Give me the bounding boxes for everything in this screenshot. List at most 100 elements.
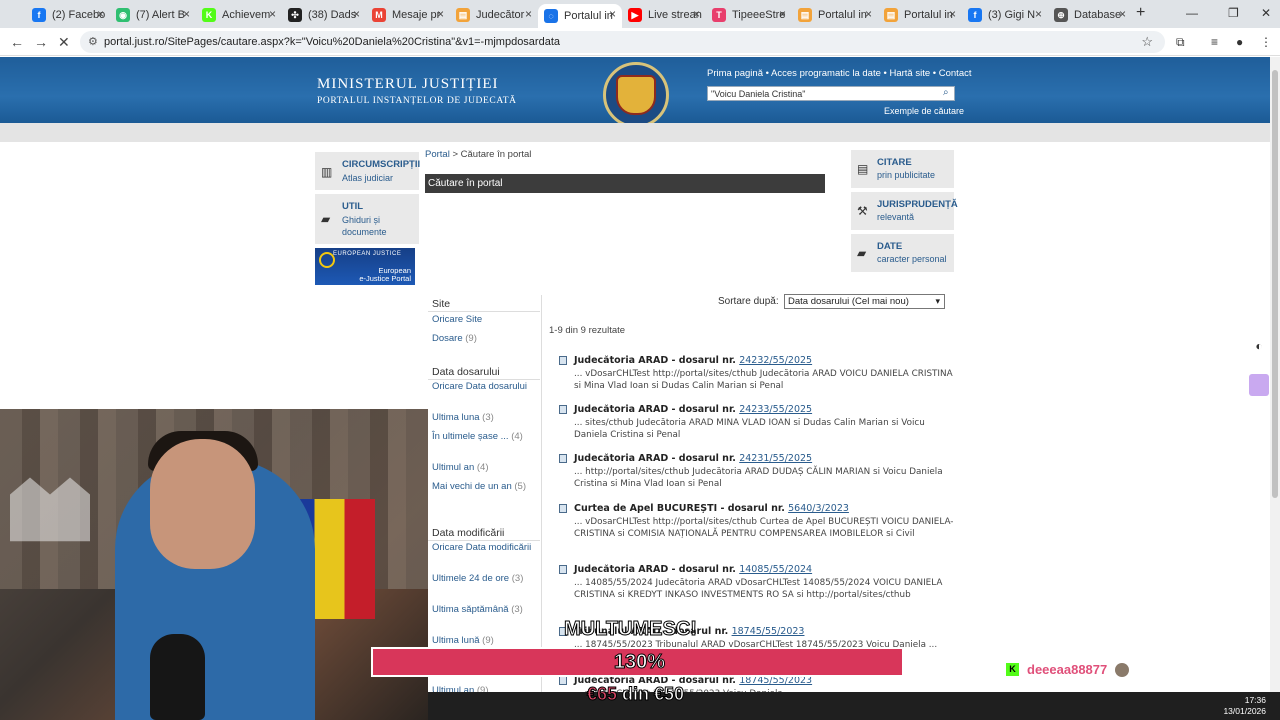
refine-header-site: Site: [432, 298, 450, 310]
browser-tab[interactable]: ⊕ Database ×: [1048, 4, 1132, 26]
browser-tab[interactable]: f (3) Gigi N ×: [962, 4, 1048, 26]
tab-label: Judecător: [476, 9, 525, 21]
case-number-link[interactable]: 14085/55/2024: [739, 564, 812, 575]
result-court: Curtea de Apel BUCUREȘTI - dosarul nr.: [574, 503, 789, 514]
refine-item[interactable]: Ultima săptămână (3): [432, 604, 538, 616]
new-tab-button[interactable]: +: [1136, 4, 1145, 22]
breadcrumb-portal-link[interactable]: Portal: [425, 149, 450, 160]
case-number-link[interactable]: 24231/55/2025: [739, 453, 812, 464]
donation-goal-bar: 130%: [371, 647, 904, 677]
refine-item[interactable]: În ultimele șase ... (4): [432, 431, 538, 443]
citare-box[interactable]: ▤ CITARE prin publicitate: [851, 150, 954, 188]
media-icon[interactable]: ≡: [1211, 35, 1218, 49]
refine-item-label: Dosare: [432, 333, 463, 344]
browser-tab[interactable]: ◉ (7) Alert B ×: [110, 4, 196, 26]
scrollbar-thumb[interactable]: [1272, 70, 1278, 498]
result-title: Judecătoria ARAD - dosarul nr. 24232/55/…: [574, 355, 812, 366]
tab-close-icon[interactable]: ×: [437, 7, 444, 21]
browser-tab[interactable]: ▤ Portalul in ×: [878, 4, 962, 26]
browser-tab[interactable]: ▶ Live strean ×: [622, 4, 706, 26]
document-icon: [559, 454, 567, 463]
tab-close-icon[interactable]: ×: [97, 7, 104, 21]
address-bar[interactable]: ⚙ portal.just.ro/SitePages/cautare.aspx?…: [80, 31, 1165, 53]
jurisprudenta-box[interactable]: ⚒ JURISPRUDENȚĂ relevantă: [851, 192, 958, 230]
tab-favicon-icon: ⊕: [1054, 8, 1068, 22]
search-examples-link[interactable]: Exemple de căutare: [884, 106, 964, 116]
minimize-icon[interactable]: —: [1186, 6, 1198, 20]
refine-item-label: Ultimul an: [432, 462, 475, 473]
browser-tab[interactable]: ✣ (38) Dads ×: [282, 4, 366, 26]
book-icon: ▥: [321, 165, 333, 179]
refine-item[interactable]: Ultimul an (4): [432, 462, 538, 474]
breadcrumb: Portal > Căutare în portal: [425, 149, 531, 160]
header-links[interactable]: Prima pagină • Acces programatic la date…: [707, 68, 972, 79]
refine-count: (3): [511, 573, 524, 584]
extensions-icon[interactable]: ⧉: [1176, 35, 1185, 50]
refine-item[interactable]: Oricare Data dosarului: [432, 381, 538, 393]
image-extension-icon[interactable]: [1249, 374, 1269, 396]
stop-icon[interactable]: ✕: [58, 34, 70, 51]
tab-close-icon[interactable]: ×: [183, 7, 190, 21]
tab-close-icon[interactable]: ×: [525, 7, 532, 21]
tab-label: Portalul in: [818, 9, 867, 21]
ministry-title[interactable]: MINISTERUL JUSTIȚIEI: [317, 76, 499, 93]
refine-item[interactable]: Ultimele 24 de ore (3): [432, 573, 538, 585]
result-snippet: ... sites/cthub Judecătoria ARAD MINA VL…: [574, 418, 925, 440]
browser-tab[interactable]: T TipeeeStre ×: [706, 4, 792, 26]
folder-icon: ▰: [857, 246, 867, 260]
tab-close-icon[interactable]: ×: [353, 7, 360, 21]
profile-icon[interactable]: ●: [1236, 35, 1243, 49]
refine-item-label: Ultima săptămână: [432, 604, 509, 615]
date-personale-box[interactable]: ▰ DATE caracter personal: [851, 234, 954, 272]
browser-tab[interactable]: ◌ Portalul in ×: [538, 4, 622, 28]
browser-tab[interactable]: f (2) Facebo ×: [26, 4, 110, 26]
case-number-link[interactable]: 24232/55/2025: [739, 355, 812, 366]
refine-item[interactable]: Mai vechi de un an (5): [432, 481, 538, 493]
case-number-link[interactable]: 5640/3/2023: [788, 503, 849, 514]
case-number-link[interactable]: 24233/55/2025: [739, 404, 812, 415]
contrast-toggle-icon[interactable]: ◐: [1249, 336, 1269, 356]
util-box[interactable]: ▰ UTIL Ghiduri și documente: [315, 194, 419, 244]
refine-count: (9): [482, 635, 494, 646]
tab-close-icon[interactable]: ×: [949, 7, 956, 21]
browser-tab[interactable]: ▤ Portalul in ×: [792, 4, 878, 26]
menu-icon[interactable]: ⋮: [1260, 35, 1272, 49]
refine-item[interactable]: Oricare Data modificării: [432, 542, 538, 554]
circumscriptii-box[interactable]: ▥ CIRCUMSCRIPȚII Atlas judiciar: [315, 152, 420, 190]
close-window-icon[interactable]: ✕: [1261, 6, 1271, 20]
browser-tab[interactable]: K Achievem ×: [196, 4, 282, 26]
goal-current: €65: [586, 684, 618, 705]
european-ejustice-banner[interactable]: EUROPEAN JUSTICE European e-Justice Porta…: [315, 248, 415, 285]
tab-close-icon[interactable]: ×: [693, 7, 700, 21]
tab-close-icon[interactable]: ×: [269, 7, 276, 21]
tab-label: Database: [1074, 9, 1122, 21]
tab-close-icon[interactable]: ×: [865, 7, 872, 21]
site-info-icon[interactable]: ⚙: [88, 35, 98, 48]
refine-item[interactable]: Ultima lună (9): [432, 635, 538, 647]
sort-select[interactable]: Data dosarului (Cel mai nou) ▾: [784, 294, 945, 309]
tab-label: (3) Gigi N: [988, 9, 1036, 21]
goal-amount: €65 din €50: [586, 684, 684, 705]
tab-close-icon[interactable]: ×: [609, 7, 616, 21]
tab-close-icon[interactable]: ×: [1035, 7, 1042, 21]
tab-close-icon[interactable]: ×: [779, 7, 786, 21]
case-number-link[interactable]: 18745/55/2023: [732, 626, 805, 637]
goal-percent: 130%: [613, 651, 666, 674]
back-icon[interactable]: ←: [10, 34, 24, 50]
search-icon[interactable]: ⌕: [943, 87, 949, 98]
browser-tab[interactable]: M Mesaje pr ×: [366, 4, 450, 26]
browser-toolbar: ← → ✕ ⚙ portal.just.ro/SitePages/cautare…: [0, 28, 1280, 56]
forward-icon[interactable]: →: [34, 34, 48, 50]
refine-item[interactable]: Dosare (9): [432, 333, 538, 345]
bookmark-star-icon[interactable]: ☆: [1141, 34, 1153, 50]
refine-item[interactable]: Ultima luna (3): [432, 412, 538, 424]
browser-tab[interactable]: ▤ Judecător ×: [450, 4, 538, 26]
header-search-input[interactable]: "Voicu Daniela Cristina": [707, 86, 955, 101]
maximize-icon[interactable]: ❐: [1228, 6, 1239, 20]
tab-favicon-icon: ▶: [628, 8, 642, 22]
url-text: portal.just.ro/SitePages/cautare.aspx?k=…: [104, 36, 561, 48]
tab-close-icon[interactable]: ×: [1119, 7, 1126, 21]
refine-item[interactable]: Oricare Site: [432, 314, 538, 326]
coat-of-arms-logo[interactable]: [603, 62, 669, 128]
document-icon: [559, 565, 567, 574]
